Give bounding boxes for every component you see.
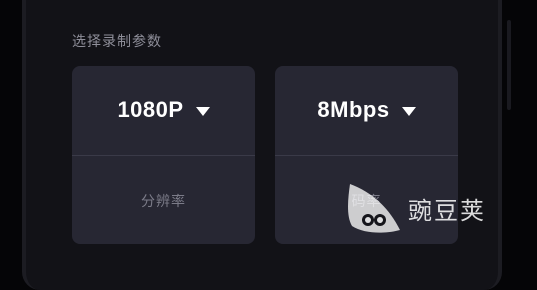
divider (72, 155, 255, 156)
divider (275, 155, 458, 156)
resolution-card: 1080P 分辨率 (72, 66, 255, 244)
caret-down-icon (401, 106, 416, 116)
resolution-dropdown[interactable]: 1080P (72, 66, 255, 154)
pea-logo-icon (348, 184, 400, 233)
watermark-text: 豌豆荚 (408, 196, 486, 225)
side-button (507, 20, 511, 110)
section-title: 选择录制参数 (72, 34, 162, 50)
resolution-label: 分辨率 (141, 194, 186, 210)
bitrate-value: 8Mbps (317, 97, 390, 122)
resolution-value: 1080P (117, 97, 184, 122)
watermark: 豌豆荚 (346, 180, 486, 236)
bitrate-dropdown[interactable]: 8Mbps (275, 66, 458, 154)
caret-down-icon (195, 106, 210, 116)
